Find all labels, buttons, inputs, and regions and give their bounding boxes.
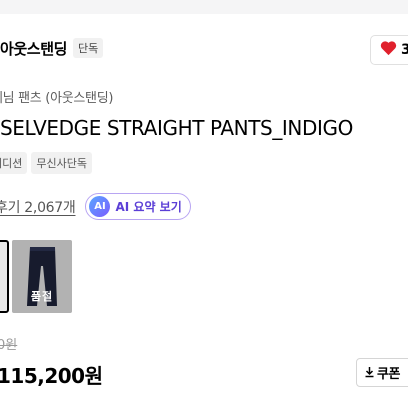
ai-summary-label: AI 요약 보기 xyxy=(115,200,182,214)
category-breadcrumb[interactable]: 데님 팬츠 (아웃스탠딩) xyxy=(0,87,113,106)
ai-summary-button[interactable]: AI AI 요약 보기 xyxy=(85,193,191,220)
brand-name[interactable]: 아웃스탠딩 xyxy=(0,38,67,59)
exclusive-badge: 단독 xyxy=(73,38,104,58)
sold-out-label: 품절 xyxy=(30,290,54,303)
review-row: 후기 2,067개 AI AI 요약 보기 xyxy=(0,193,191,220)
coupon-download-button[interactable]: 쿠폰 xyxy=(356,358,408,387)
heart-icon xyxy=(380,40,397,60)
review-count-link[interactable]: 후기 2,067개 xyxy=(0,197,76,217)
brand-row: 아웃스탠딩 단독 xyxy=(0,36,104,60)
product-title: SELVEDGE STRAIGHT PANTS_INDIGO xyxy=(0,116,353,140)
like-count: 3 xyxy=(401,42,408,58)
sale-price: 115,200원 xyxy=(0,364,103,388)
ai-icon: AI xyxy=(89,196,111,217)
download-icon xyxy=(364,363,375,382)
color-option-thumbnail[interactable]: 품절 xyxy=(12,240,72,313)
top-banner-strip xyxy=(0,0,408,14)
like-button[interactable]: 3 xyxy=(370,35,408,65)
original-price: 0원 xyxy=(0,338,18,353)
coupon-label: 쿠폰 xyxy=(377,367,401,382)
product-tags: 에디션 무신사단독 xyxy=(0,152,96,174)
tag-musinsa-exclusive: 무신사단독 xyxy=(31,152,92,174)
selected-color-thumbnail[interactable] xyxy=(0,240,9,313)
tag-edition: 에디션 xyxy=(0,152,28,174)
